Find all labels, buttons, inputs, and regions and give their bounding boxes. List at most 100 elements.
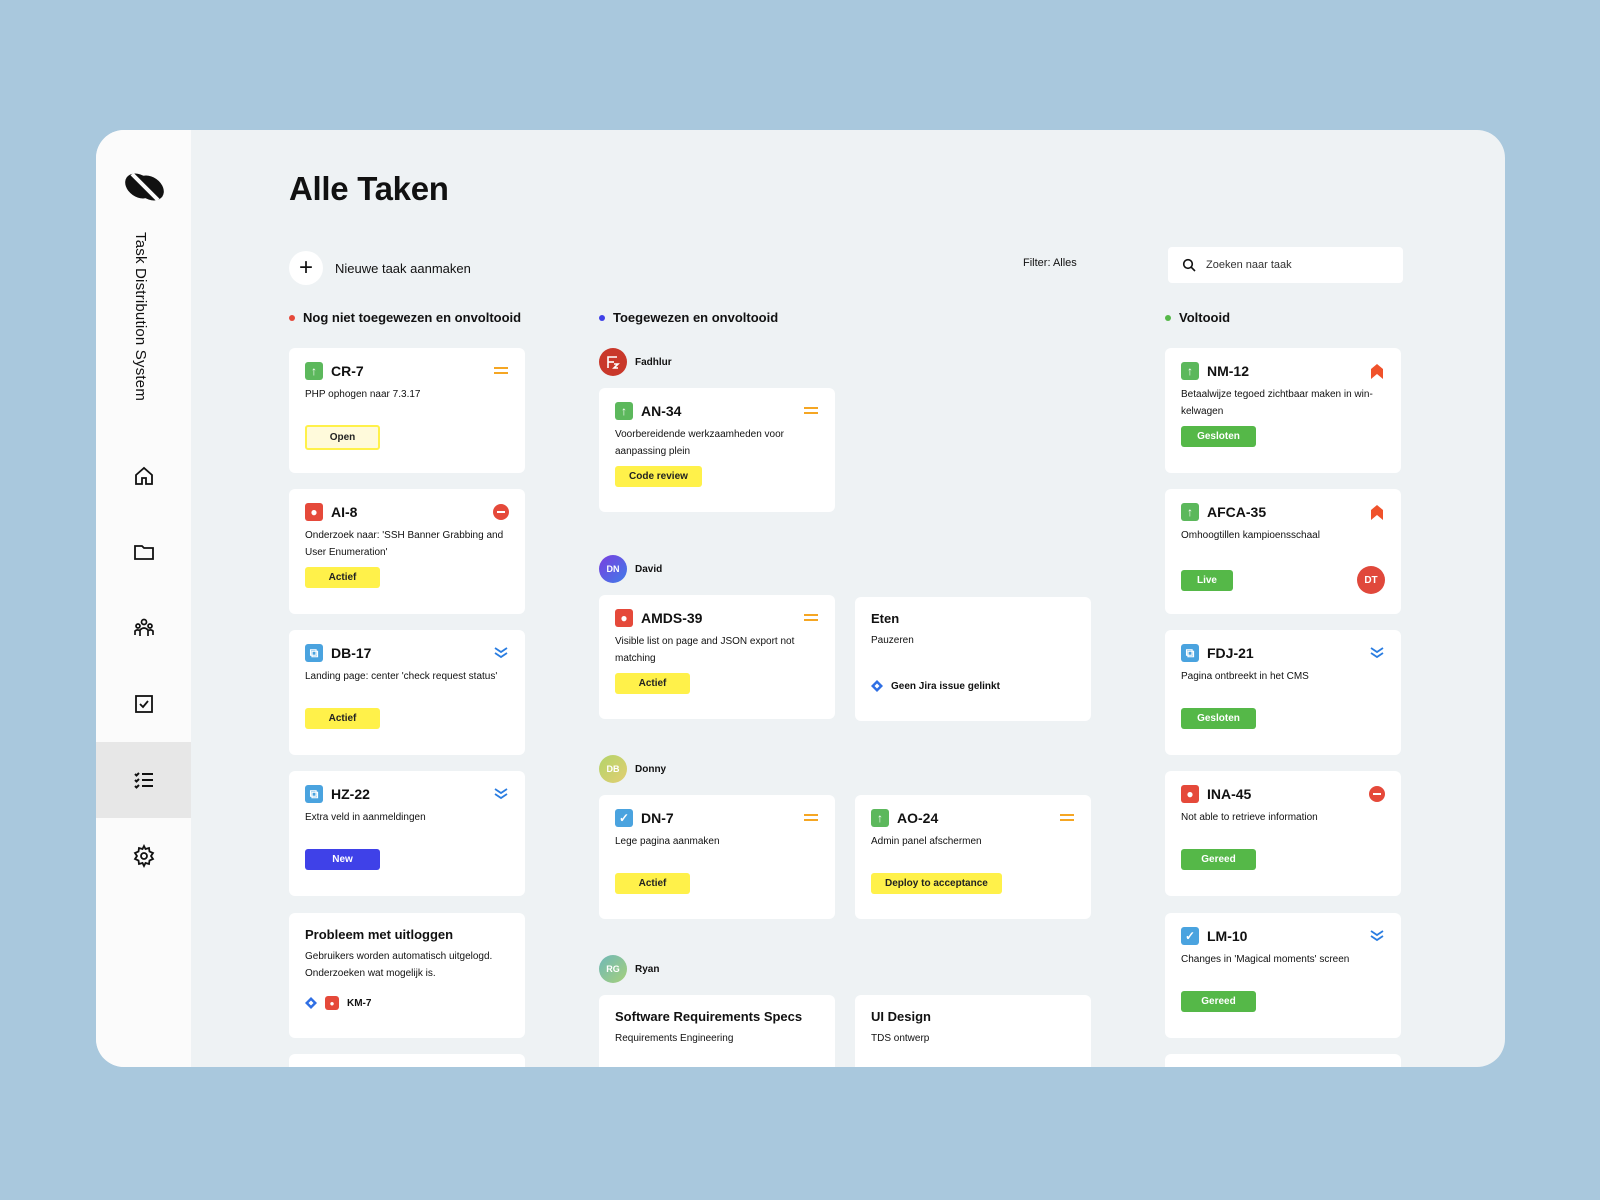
main-content: Alle Taken + Nieuwe taak aanmaken Filter… bbox=[191, 130, 1505, 1067]
priority-low-icon bbox=[493, 786, 509, 802]
bug-icon: ● bbox=[615, 609, 633, 627]
subtask-icon: ⧉ bbox=[305, 644, 323, 662]
task-card[interactable]: ⧉ HZ-22 Extra veld in aanmeldingen New bbox=[289, 771, 525, 896]
status-badge[interactable]: Code review bbox=[615, 466, 702, 487]
task-description: TDS ontwerp bbox=[871, 1033, 930, 1044]
jira-icon bbox=[871, 680, 883, 692]
status-dot bbox=[289, 314, 295, 321]
gear-icon bbox=[133, 844, 154, 868]
list-icon bbox=[133, 772, 153, 789]
task-card[interactable]: Software Requirements Specs Requirements… bbox=[599, 995, 835, 1067]
nav-task-list[interactable] bbox=[96, 742, 191, 818]
column-label: Nog niet toegewezen en onvoltooid bbox=[303, 310, 522, 325]
page-title: Alle Taken bbox=[289, 170, 449, 207]
task-card[interactable]: ✓ DN-7 Lege pagina aanmaken Actief bbox=[599, 795, 835, 919]
task-card[interactable]: ● AMDS-39 Visible list on page and JSON … bbox=[599, 595, 835, 719]
linked-issue[interactable]: ● KM-7 bbox=[305, 996, 509, 1010]
task-description: Omhoogtillen kampioensschaal bbox=[1181, 530, 1320, 541]
task-card[interactable]: ↑ CR-7 PHP ophogen naar 7.3.17 Open bbox=[289, 348, 525, 473]
app-logo[interactable] bbox=[123, 170, 167, 204]
nav-projects[interactable] bbox=[96, 514, 191, 590]
status-badge[interactable]: Deploy to acceptance bbox=[871, 873, 1002, 894]
task-title: UI Design bbox=[871, 1009, 931, 1024]
task-description: Changes in 'Magical moments' screen bbox=[1181, 954, 1350, 965]
nav-tasks[interactable] bbox=[96, 666, 191, 742]
task-key: AI-8 bbox=[331, 504, 358, 520]
search-input[interactable] bbox=[1206, 259, 1386, 271]
story-icon: ↑ bbox=[305, 362, 323, 380]
status-dot bbox=[599, 314, 605, 321]
nav-team[interactable] bbox=[96, 590, 191, 666]
task-card[interactable]: ● INA-45 Not able to retrieve informatio… bbox=[1165, 771, 1401, 896]
task-key: CR-7 bbox=[331, 363, 364, 379]
status-badge[interactable]: Live bbox=[1181, 569, 1233, 591]
status-badge[interactable]: Gesloten bbox=[1181, 708, 1256, 729]
profile-logo-icon bbox=[607, 356, 620, 369]
status-dot bbox=[1165, 314, 1171, 321]
task-card[interactable]: ↑ NM-12 Betaalwijze tegoed zichtbaar mak… bbox=[1165, 348, 1401, 473]
status-badge[interactable]: Gereed bbox=[1181, 849, 1256, 870]
task-description: Betaalwijze tegoed zichtbaar maken in wi… bbox=[1181, 389, 1373, 417]
task-card[interactable]: ↑ AN-34 Voorbereidende werkzaamheden voo… bbox=[599, 388, 835, 512]
assignee-fadhlur[interactable]: Fadhlur bbox=[599, 348, 672, 376]
status-badge[interactable]: Actief bbox=[305, 708, 380, 729]
bug-icon: ● bbox=[325, 996, 339, 1010]
status-badge[interactable]: Actief bbox=[615, 873, 690, 894]
task-card[interactable] bbox=[1165, 1054, 1401, 1067]
task-key: AMDS-39 bbox=[641, 610, 703, 626]
status-badge[interactable]: Open bbox=[305, 425, 380, 450]
task-card[interactable]: ⧉ FDJ-21 Pagina ontbreekt in het CMS Ges… bbox=[1165, 630, 1401, 755]
assignee-donny[interactable]: DB Donny bbox=[599, 755, 666, 783]
task-description: Lege pagina aanmaken bbox=[615, 836, 720, 847]
new-task-label: Nieuwe taak aanmaken bbox=[335, 260, 471, 276]
task-card[interactable]: Probleem met uitloggen Gebruikers worden… bbox=[289, 913, 525, 1038]
nav-settings[interactable] bbox=[96, 818, 191, 894]
task-description: Pagina ontbreekt in het CMS bbox=[1181, 671, 1309, 682]
task-card[interactable]: ↑ AO-24 Admin panel afschermen Deploy to… bbox=[855, 795, 1091, 919]
task-key: DN-7 bbox=[641, 810, 674, 826]
sidebar: Task Distribution System bbox=[96, 130, 191, 1067]
linked-issue-key: KM-7 bbox=[347, 997, 372, 1009]
status-badge[interactable]: Actief bbox=[615, 673, 690, 694]
new-task-button[interactable]: + Nieuwe taak aanmaken bbox=[289, 251, 471, 285]
task-key: HZ-22 bbox=[331, 786, 370, 802]
task-card[interactable] bbox=[289, 1054, 525, 1067]
task-title: Eten bbox=[871, 611, 900, 626]
column-assigned-header: Toegewezen en onvoltooid bbox=[599, 310, 778, 325]
task-card[interactable]: ● AI-8 Onderzoek naar: 'SSH Banner Grabb… bbox=[289, 489, 525, 614]
assignee-name: Ryan bbox=[635, 963, 660, 975]
task-description: Gebruikers worden automatisch uitgelogd.… bbox=[305, 951, 493, 979]
search-icon bbox=[1182, 258, 1196, 272]
status-badge[interactable]: Gereed bbox=[1181, 991, 1256, 1012]
assignee-name: David bbox=[635, 563, 663, 575]
task-key: INA-45 bbox=[1207, 786, 1252, 802]
task-key: DB-17 bbox=[331, 645, 372, 661]
task-description: Not able to retrieve information bbox=[1181, 812, 1318, 823]
jira-icon bbox=[305, 997, 317, 1009]
task-card[interactable]: ↑ AFCA-35 Omhoogtillen kampioensschaal L… bbox=[1165, 489, 1401, 614]
task-check-icon: ✓ bbox=[615, 809, 633, 827]
nav-home[interactable] bbox=[96, 438, 191, 514]
status-badge[interactable]: Actief bbox=[305, 567, 380, 588]
avatar: DB bbox=[599, 755, 627, 783]
assignee-ryan[interactable]: RG Ryan bbox=[599, 955, 659, 983]
linked-issue[interactable]: Geen Jira issue gelinkt bbox=[871, 680, 1075, 692]
status-badge[interactable]: Gesloten bbox=[1181, 426, 1256, 447]
task-description: Landing page: center 'check request stat… bbox=[305, 671, 498, 682]
task-description: Admin panel afschermen bbox=[871, 836, 982, 847]
task-card[interactable]: ✓ LM-10 Changes in 'Magical moments' scr… bbox=[1165, 913, 1401, 1038]
subtask-icon: ⧉ bbox=[1181, 644, 1199, 662]
task-description: Pauzeren bbox=[871, 635, 914, 646]
priority-highest-icon bbox=[1369, 504, 1385, 520]
task-check-icon: ✓ bbox=[1181, 927, 1199, 945]
status-badge[interactable]: New bbox=[305, 849, 380, 870]
search-box[interactable] bbox=[1168, 247, 1403, 283]
assignee-avatar[interactable]: DT bbox=[1357, 566, 1385, 594]
task-card[interactable]: ⧉ DB-17 Landing page: center 'check requ… bbox=[289, 630, 525, 755]
task-card[interactable]: UI Design TDS ontwerp bbox=[855, 995, 1091, 1067]
plus-icon: + bbox=[289, 251, 323, 285]
task-card[interactable]: Eten Pauzeren Geen Jira issue gelinkt bbox=[855, 597, 1091, 721]
filter-dropdown[interactable]: Filter: Alles bbox=[1023, 257, 1077, 269]
home-icon bbox=[134, 466, 153, 485]
assignee-david[interactable]: DN David bbox=[599, 555, 662, 583]
